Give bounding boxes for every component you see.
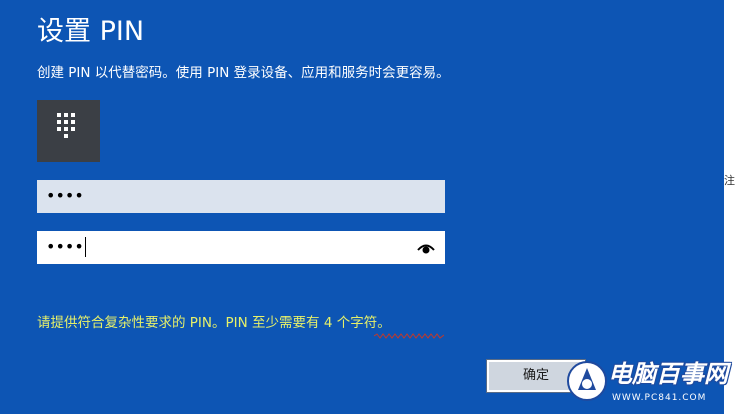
dialog-title: 设置 PIN (37, 16, 145, 47)
eye-icon[interactable] (417, 241, 435, 255)
watermark-name: 电脑百事网 (608, 360, 728, 388)
new-pin-value: •••• (46, 186, 84, 205)
background-text-fragment: 注 (724, 174, 735, 187)
watermark: 电脑百事网 WWW.PC841.COM (566, 354, 742, 410)
pc841-logo-icon (566, 360, 608, 402)
confirm-pin-value: •••• (46, 237, 84, 256)
spellcheck-underline (374, 333, 444, 339)
set-pin-dialog: 设置 PIN 创建 PIN 以代替密码。使用 PIN 登录设备、应用和服务时会更… (0, 0, 724, 414)
error-message: 请提供符合复杂性要求的 PIN。PIN 至少需要有 4 个字符。 (37, 315, 391, 331)
keypad-icon (37, 100, 100, 162)
text-caret (85, 237, 86, 257)
new-pin-field[interactable]: •••• (37, 180, 445, 213)
watermark-url: WWW.PC841.COM (612, 393, 707, 403)
confirm-pin-field[interactable]: •••• (37, 231, 445, 264)
dialog-description: 创建 PIN 以代替密码。使用 PIN 登录设备、应用和服务时会更容易。 (37, 65, 450, 81)
background-window-edge (724, 0, 747, 414)
